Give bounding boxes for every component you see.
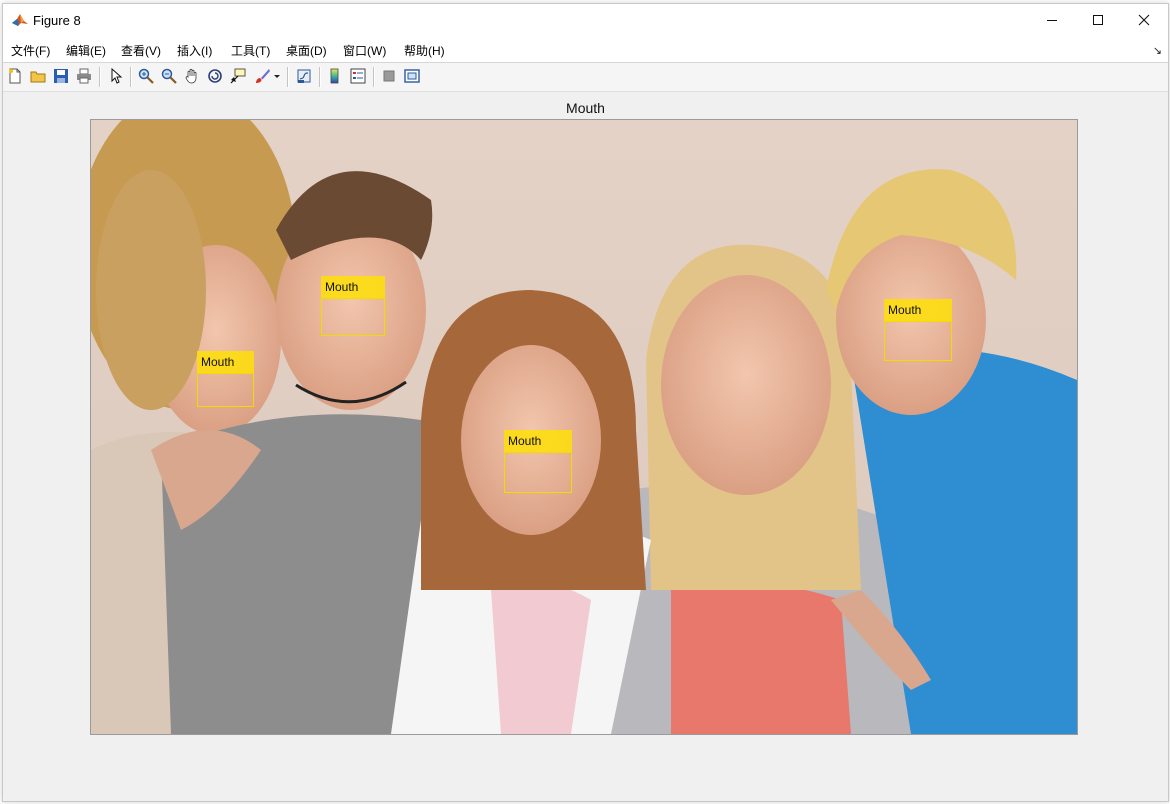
- show-plot-tools-button[interactable]: [403, 67, 421, 85]
- link-plot-icon: [297, 69, 311, 83]
- detection-box: [321, 298, 385, 336]
- zoom-in-icon: [138, 68, 154, 84]
- dock-arrow-icon[interactable]: ↘: [1153, 44, 1162, 57]
- menu-help[interactable]: 帮助(H): [404, 42, 445, 59]
- detection-label: Mouth: [197, 351, 254, 373]
- detection-box: [884, 321, 952, 361]
- toolbar-separator: [319, 67, 320, 87]
- new-figure-icon: [9, 68, 21, 84]
- matlab-logo-icon: [11, 11, 29, 29]
- menu-tools[interactable]: 工具(T): [231, 42, 270, 59]
- axes-title: Mouth: [566, 100, 605, 116]
- chevron-down-icon: [274, 75, 280, 78]
- menu-window[interactable]: 窗口(W): [343, 42, 386, 59]
- detection-label: Mouth: [884, 299, 952, 321]
- pan-hand-icon: [185, 68, 197, 84]
- detection-label: Mouth: [321, 276, 385, 298]
- menu-edit[interactable]: 编辑(E): [66, 42, 106, 59]
- hide-plot-tools-icon: [383, 70, 395, 82]
- maximize-button[interactable]: [1075, 4, 1121, 36]
- show-plot-tools-icon: [404, 69, 420, 83]
- menu-desktop[interactable]: 桌面(D): [286, 42, 327, 59]
- toolbar-separator: [99, 67, 100, 87]
- figure-window: Figure 8 文件(F) 编辑(E) 查看(V) 插入(I) 工具(T) 桌…: [2, 3, 1169, 802]
- save-icon: [54, 69, 68, 83]
- minimize-icon: [1047, 20, 1057, 21]
- toolbar-separator: [287, 67, 288, 87]
- image-axes[interactable]: Mouth Mouth Mouth Mouth: [90, 119, 1078, 735]
- data-cursor-icon: [230, 68, 246, 84]
- toolbar-separator: [130, 67, 131, 87]
- data-cursor-button[interactable]: [229, 67, 247, 85]
- zoom-in-button[interactable]: [137, 67, 155, 85]
- close-button[interactable]: [1121, 4, 1167, 36]
- legend-button[interactable]: [349, 67, 367, 85]
- pointer-button[interactable]: [107, 67, 125, 85]
- menu-file[interactable]: 文件(F): [11, 42, 50, 59]
- brush-icon: [256, 69, 270, 83]
- minimize-button[interactable]: [1029, 4, 1075, 36]
- open-file-icon: [30, 71, 46, 83]
- zoom-out-button[interactable]: [160, 67, 178, 85]
- window-title: Figure 8: [33, 13, 81, 28]
- rotate-3d-button[interactable]: [206, 67, 224, 85]
- save-button[interactable]: [52, 67, 70, 85]
- maximize-icon: [1093, 15, 1103, 25]
- detection-box: [504, 452, 572, 493]
- link-plot-button[interactable]: [295, 67, 313, 85]
- zoom-out-icon: [161, 68, 177, 84]
- colorbar-button[interactable]: [326, 67, 344, 85]
- toolbar-separator: [373, 67, 374, 87]
- menu-bar: 文件(F) 编辑(E) 查看(V) 插入(I) 工具(T) 桌面(D) 窗口(W…: [3, 38, 1168, 62]
- print-button[interactable]: [75, 67, 93, 85]
- colorbar-icon: [330, 68, 339, 84]
- figure-toolbar: [3, 62, 1168, 92]
- menu-view[interactable]: 查看(V): [121, 42, 161, 59]
- rotate-3d-icon: [208, 69, 222, 83]
- brush-dropdown[interactable]: [272, 67, 282, 85]
- new-figure-button[interactable]: [6, 67, 24, 85]
- open-file-button[interactable]: [29, 67, 47, 85]
- pan-button[interactable]: [183, 67, 201, 85]
- hide-plot-tools-button[interactable]: [380, 67, 398, 85]
- print-icon: [77, 68, 91, 84]
- pointer-icon: [111, 68, 123, 84]
- close-icon: [1138, 14, 1150, 26]
- brush-button[interactable]: [253, 67, 271, 85]
- group-photo: [91, 120, 1077, 734]
- legend-icon: [350, 68, 366, 84]
- menu-insert[interactable]: 插入(I): [177, 42, 212, 59]
- detection-label: Mouth: [504, 430, 572, 452]
- title-bar[interactable]: Figure 8: [3, 4, 1168, 38]
- detection-box: [197, 373, 254, 407]
